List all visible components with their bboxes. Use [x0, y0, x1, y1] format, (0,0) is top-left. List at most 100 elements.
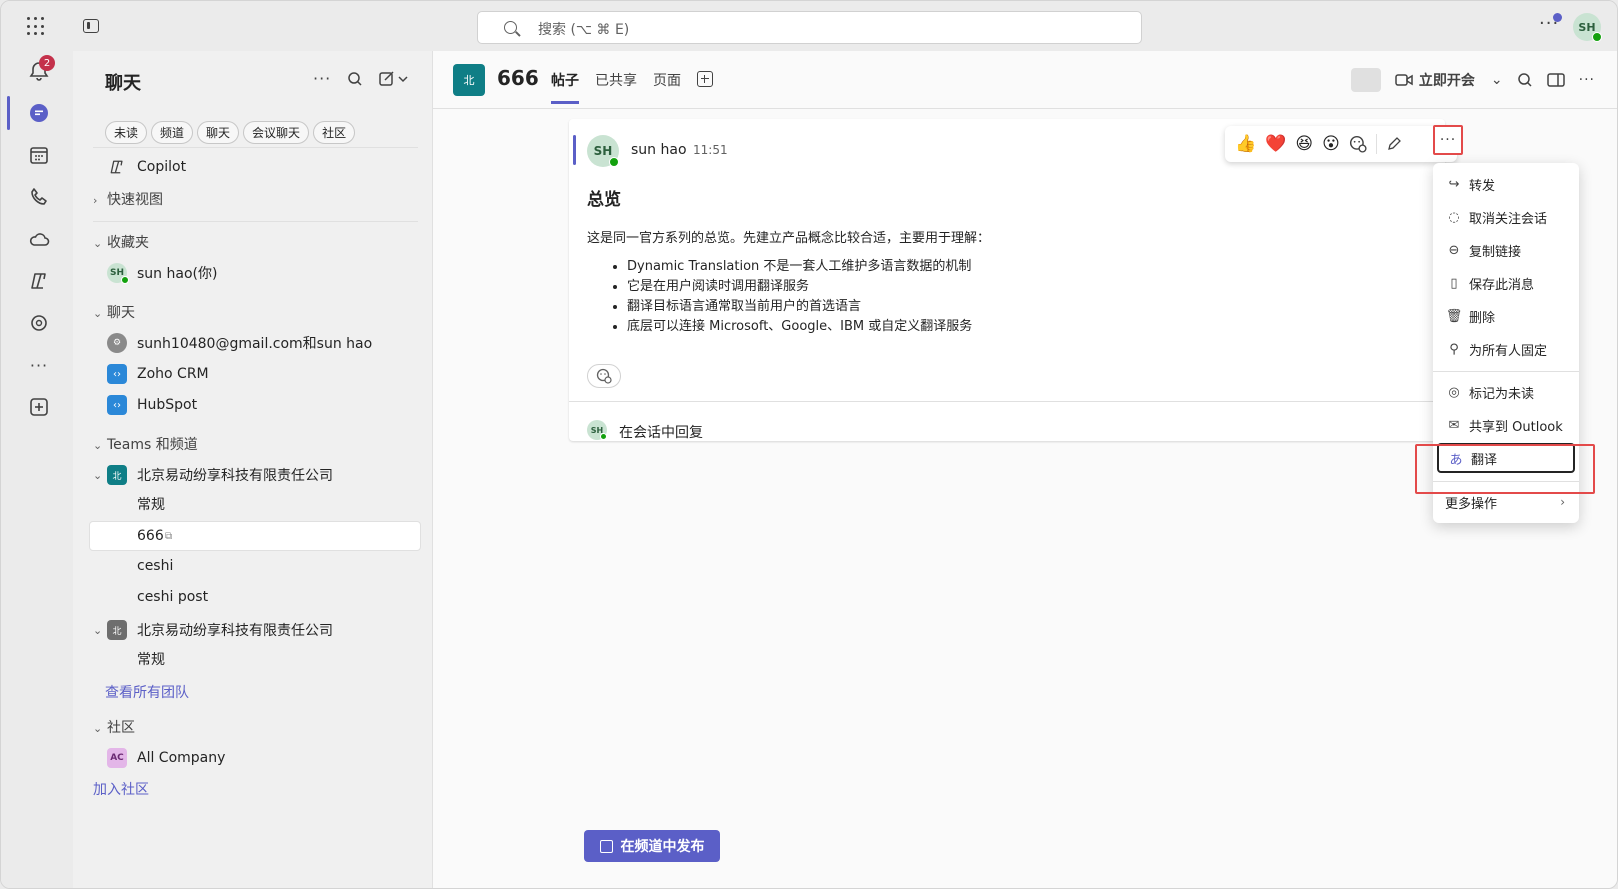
post-bullet-list: Dynamic Translation 不是一套人工维护多语言数据的机制 它是在… [607, 257, 972, 337]
channel-item-666[interactable]: 666 ⧉ [89, 521, 421, 551]
menu-item-mark-unread[interactable]: ◎ 标记为未读 [1433, 377, 1579, 407]
filter-communities[interactable]: 社区 [313, 121, 356, 144]
app-launcher-icon[interactable] [27, 17, 47, 37]
post-card[interactable]: SH sun hao 11:51 总览 这是同一官方系列的总览。先建立产品概念比… [569, 119, 1445, 441]
rail-apps[interactable] [25, 309, 53, 337]
chat-item-hubspot[interactable]: ‹› HubSpot [93, 390, 423, 420]
chevron-right-icon: › [1560, 495, 1565, 509]
add-tab-icon[interactable] [697, 71, 713, 87]
divider [1375, 134, 1377, 154]
meet-now-button[interactable]: 立即开会 ⌄ [1395, 70, 1503, 90]
post-author-avatar[interactable]: SH [587, 135, 619, 167]
filter-chips: 未读 频道 聊天 会议聊天 社区 [105, 121, 356, 144]
team-item-2[interactable]: ⌄ 北 北京易动纷享科技有限责任公司 [93, 615, 423, 645]
compose-icon [599, 839, 613, 853]
menu-item-save[interactable]: ▯ 保存此消息 [1433, 268, 1579, 298]
menu-item-delete[interactable]: 🗑 删除 [1433, 301, 1579, 331]
tab-pages[interactable]: 页面 [653, 70, 681, 104]
gear-translate-icon [31, 315, 47, 331]
panel-title: 聊天 [105, 73, 141, 94]
post-intro: 这是同一官方系列的总览。先建立产品概念比较合适，主要用于理解： [587, 231, 991, 246]
calendar-icon [30, 147, 48, 164]
teams-header[interactable]: ⌄ Teams 和频道 [93, 434, 198, 454]
community-item-all-company[interactable]: AC All Company [93, 743, 423, 773]
header-actions: 立即开会 ⌄ ··· [1350, 68, 1595, 92]
rail-calls[interactable] [25, 183, 53, 211]
title-bar: 搜索 (⌥ ⌘ E) ··· SH [1, 1, 1617, 51]
favorites-header[interactable]: ⌄ 收藏夹 [93, 232, 149, 252]
see-all-teams-link[interactable]: 查看所有团队 [105, 682, 189, 702]
join-community-link[interactable]: 加入社区 [93, 779, 149, 799]
code-app-icon: ‹› [107, 364, 127, 384]
chat-item-email[interactable]: ⚙ sunh10480@gmail.com和sun hao [93, 328, 423, 358]
rail-add-apps[interactable] [25, 393, 53, 421]
reply-in-thread[interactable]: 在会话中回复 [619, 422, 703, 442]
rail-calendar[interactable] [25, 141, 53, 169]
like-reaction[interactable]: 👍 [1235, 134, 1256, 154]
chats-header[interactable]: ⌄ 聊天 [93, 302, 135, 322]
profile-avatar[interactable]: SH [1573, 13, 1602, 42]
list-item: 它是在用户阅读时调用翻译服务 [627, 277, 972, 297]
channel-label: ceshi [137, 558, 174, 574]
favorite-chat-sun-hao[interactable]: SH sun hao(你) [93, 258, 423, 288]
menu-item-label: 删除 [1469, 310, 1496, 326]
list-item: 底层可以连接 Microsoft、Google、IBM 或自定义翻译服务 [627, 317, 972, 337]
search-box[interactable]: 搜索 (⌥ ⌘ E) [477, 11, 1142, 44]
chevron-down-icon[interactable]: ⌄ [1491, 72, 1503, 88]
chat-item-zoho[interactable]: ‹› Zoho CRM [93, 359, 423, 389]
add-reaction-button[interactable] [587, 364, 621, 388]
channel-label: 常规 [137, 652, 165, 668]
filter-meeting-chats[interactable]: 会议聊天 [243, 121, 310, 144]
post-in-channel-button[interactable]: 在频道中发布 [584, 830, 720, 862]
rail-chat[interactable] [25, 99, 53, 127]
filter-unread[interactable]: 未读 [105, 121, 148, 144]
teams-label: Teams 和频道 [107, 437, 198, 453]
favorites-label: 收藏夹 [107, 235, 149, 251]
chat-list-panel: 聊天 ··· 未读 频道 聊天 会议聊天 社区 Copilot › 快速视图 ⌄ 收… [73, 51, 433, 888]
heart-reaction[interactable]: ❤️ [1265, 134, 1286, 154]
menu-item-label: 转发 [1469, 178, 1496, 194]
more-options-icon[interactable]: ··· [313, 69, 331, 88]
menu-item-copy-link[interactable]: ⊖ 复制链接 [1433, 235, 1579, 265]
toggle-sidebar-icon[interactable] [83, 19, 99, 33]
channel-header: 北 666 帖子 已共享 页面 立即开会 ⌄ ··· [433, 51, 1617, 109]
tab-posts[interactable]: 帖子 [551, 70, 579, 104]
channel-item-general-2[interactable]: 常规 [93, 644, 423, 674]
channel-item-general[interactable]: 常规 [93, 489, 423, 519]
rail-copilot[interactable] [25, 267, 53, 295]
menu-item-pin[interactable]: ⚲ 为所有人固定 [1433, 334, 1579, 364]
post-author[interactable]: sun hao [631, 142, 687, 158]
menu-item-unfollow[interactable]: ◌ 取消关注会话 [1433, 202, 1579, 232]
channel-item-ceshi[interactable]: ceshi [93, 551, 423, 581]
more-actions-button[interactable]: ··· [1433, 125, 1463, 155]
communities-header[interactable]: ⌄ 社区 [93, 717, 135, 737]
more-options-icon[interactable]: ··· [1579, 72, 1595, 88]
rail-onedrive[interactable] [25, 225, 53, 253]
surprised-reaction[interactable]: 😮 [1322, 134, 1340, 154]
divider [93, 147, 418, 148]
quick-views-label: 快速视图 [107, 192, 163, 208]
edit-pencil-icon[interactable] [1386, 136, 1402, 152]
team-item-1[interactable]: ⌄ 北 北京易动纷享科技有限责任公司 [93, 460, 423, 490]
popout-icon[interactable] [1546, 73, 1565, 87]
tab-shared[interactable]: 已共享 [595, 70, 637, 104]
copilot-item[interactable]: Copilot [93, 152, 423, 182]
rail-more-icon[interactable]: ··· [25, 351, 53, 379]
copilot-toggle-icon[interactable] [1350, 68, 1381, 92]
search-icon[interactable] [347, 71, 363, 87]
app-rail: 2 ··· [1, 51, 73, 888]
reply-avatar: SH [587, 420, 607, 440]
search-icon[interactable] [1517, 72, 1533, 88]
quick-views-toggle[interactable]: › 快速视图 [93, 189, 163, 209]
laugh-reaction[interactable]: 😆 [1295, 134, 1313, 154]
channel-item-ceshi-post[interactable]: ceshi post [93, 582, 423, 612]
filter-channels[interactable]: 频道 [151, 121, 194, 144]
channel-label: 666 [137, 528, 164, 544]
menu-item-share-outlook[interactable]: ✉ 共享到 Outlook [1433, 410, 1579, 440]
compose-icon[interactable] [379, 70, 409, 87]
community-label: All Company [137, 750, 226, 766]
bot-avatar-icon: ⚙ [107, 333, 127, 353]
emoji-add-icon[interactable] [1349, 135, 1367, 153]
filter-chats[interactable]: 聊天 [197, 121, 240, 144]
menu-item-forward[interactable]: ↪ 转发 [1433, 169, 1579, 199]
